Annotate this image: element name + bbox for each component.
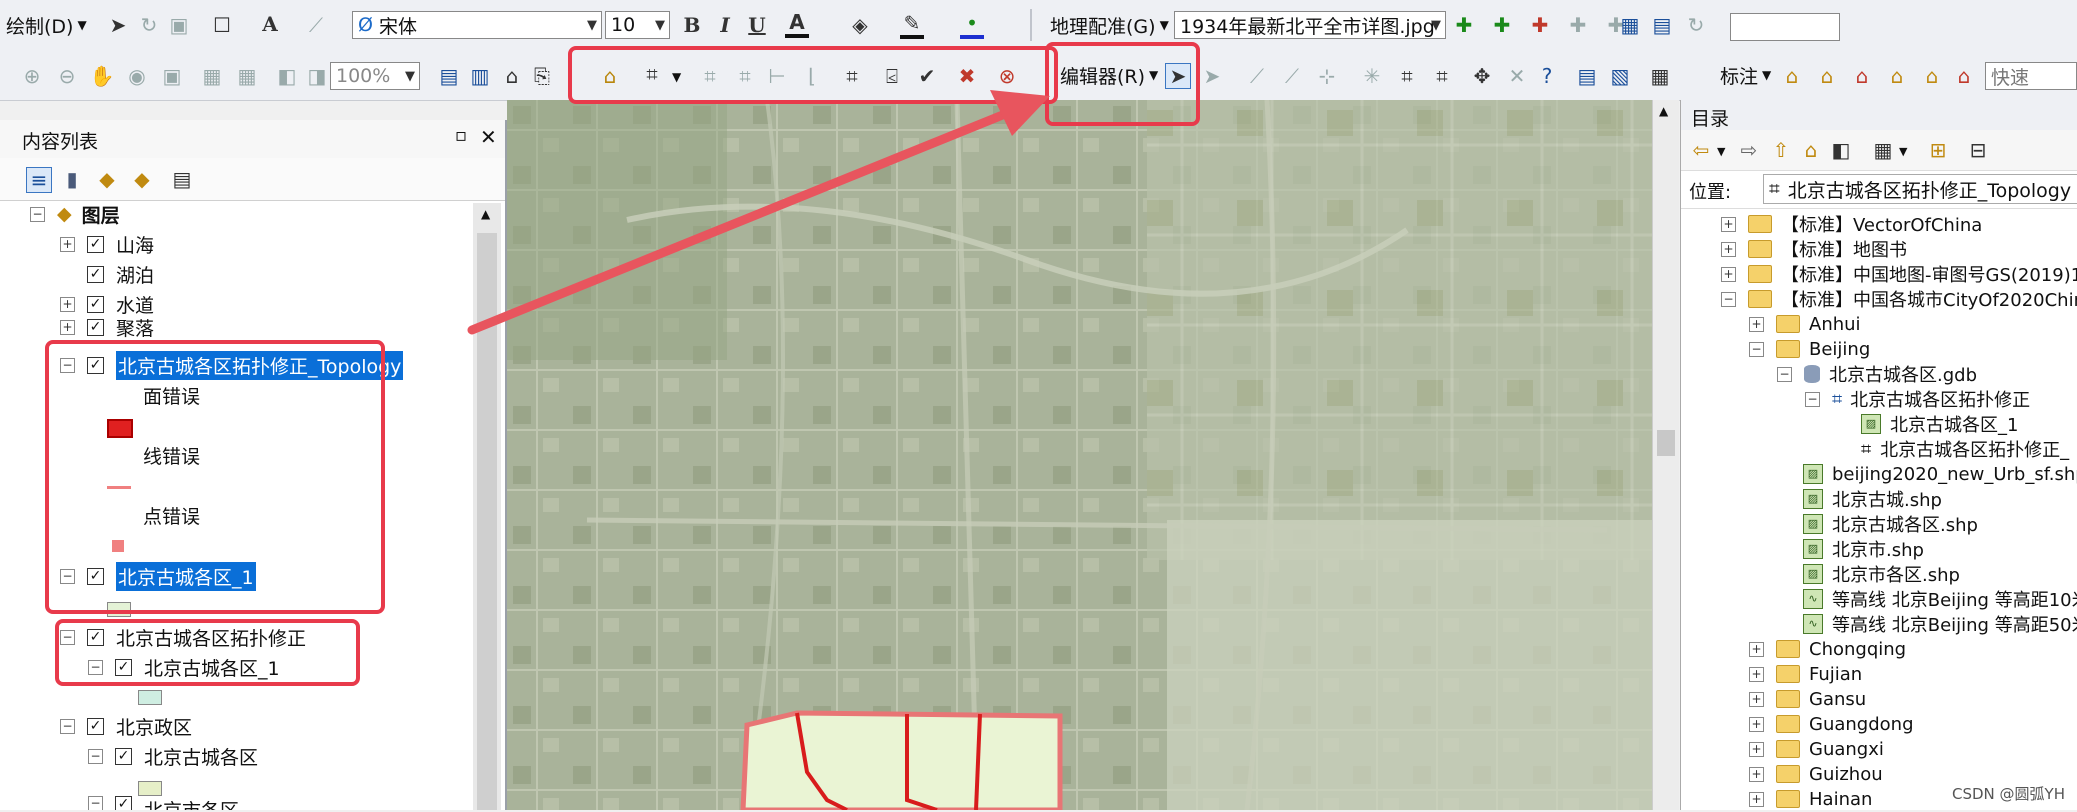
watermark: CSDN @圆弧YH bbox=[1952, 785, 2065, 803]
annotation-arrow bbox=[467, 90, 1050, 335]
